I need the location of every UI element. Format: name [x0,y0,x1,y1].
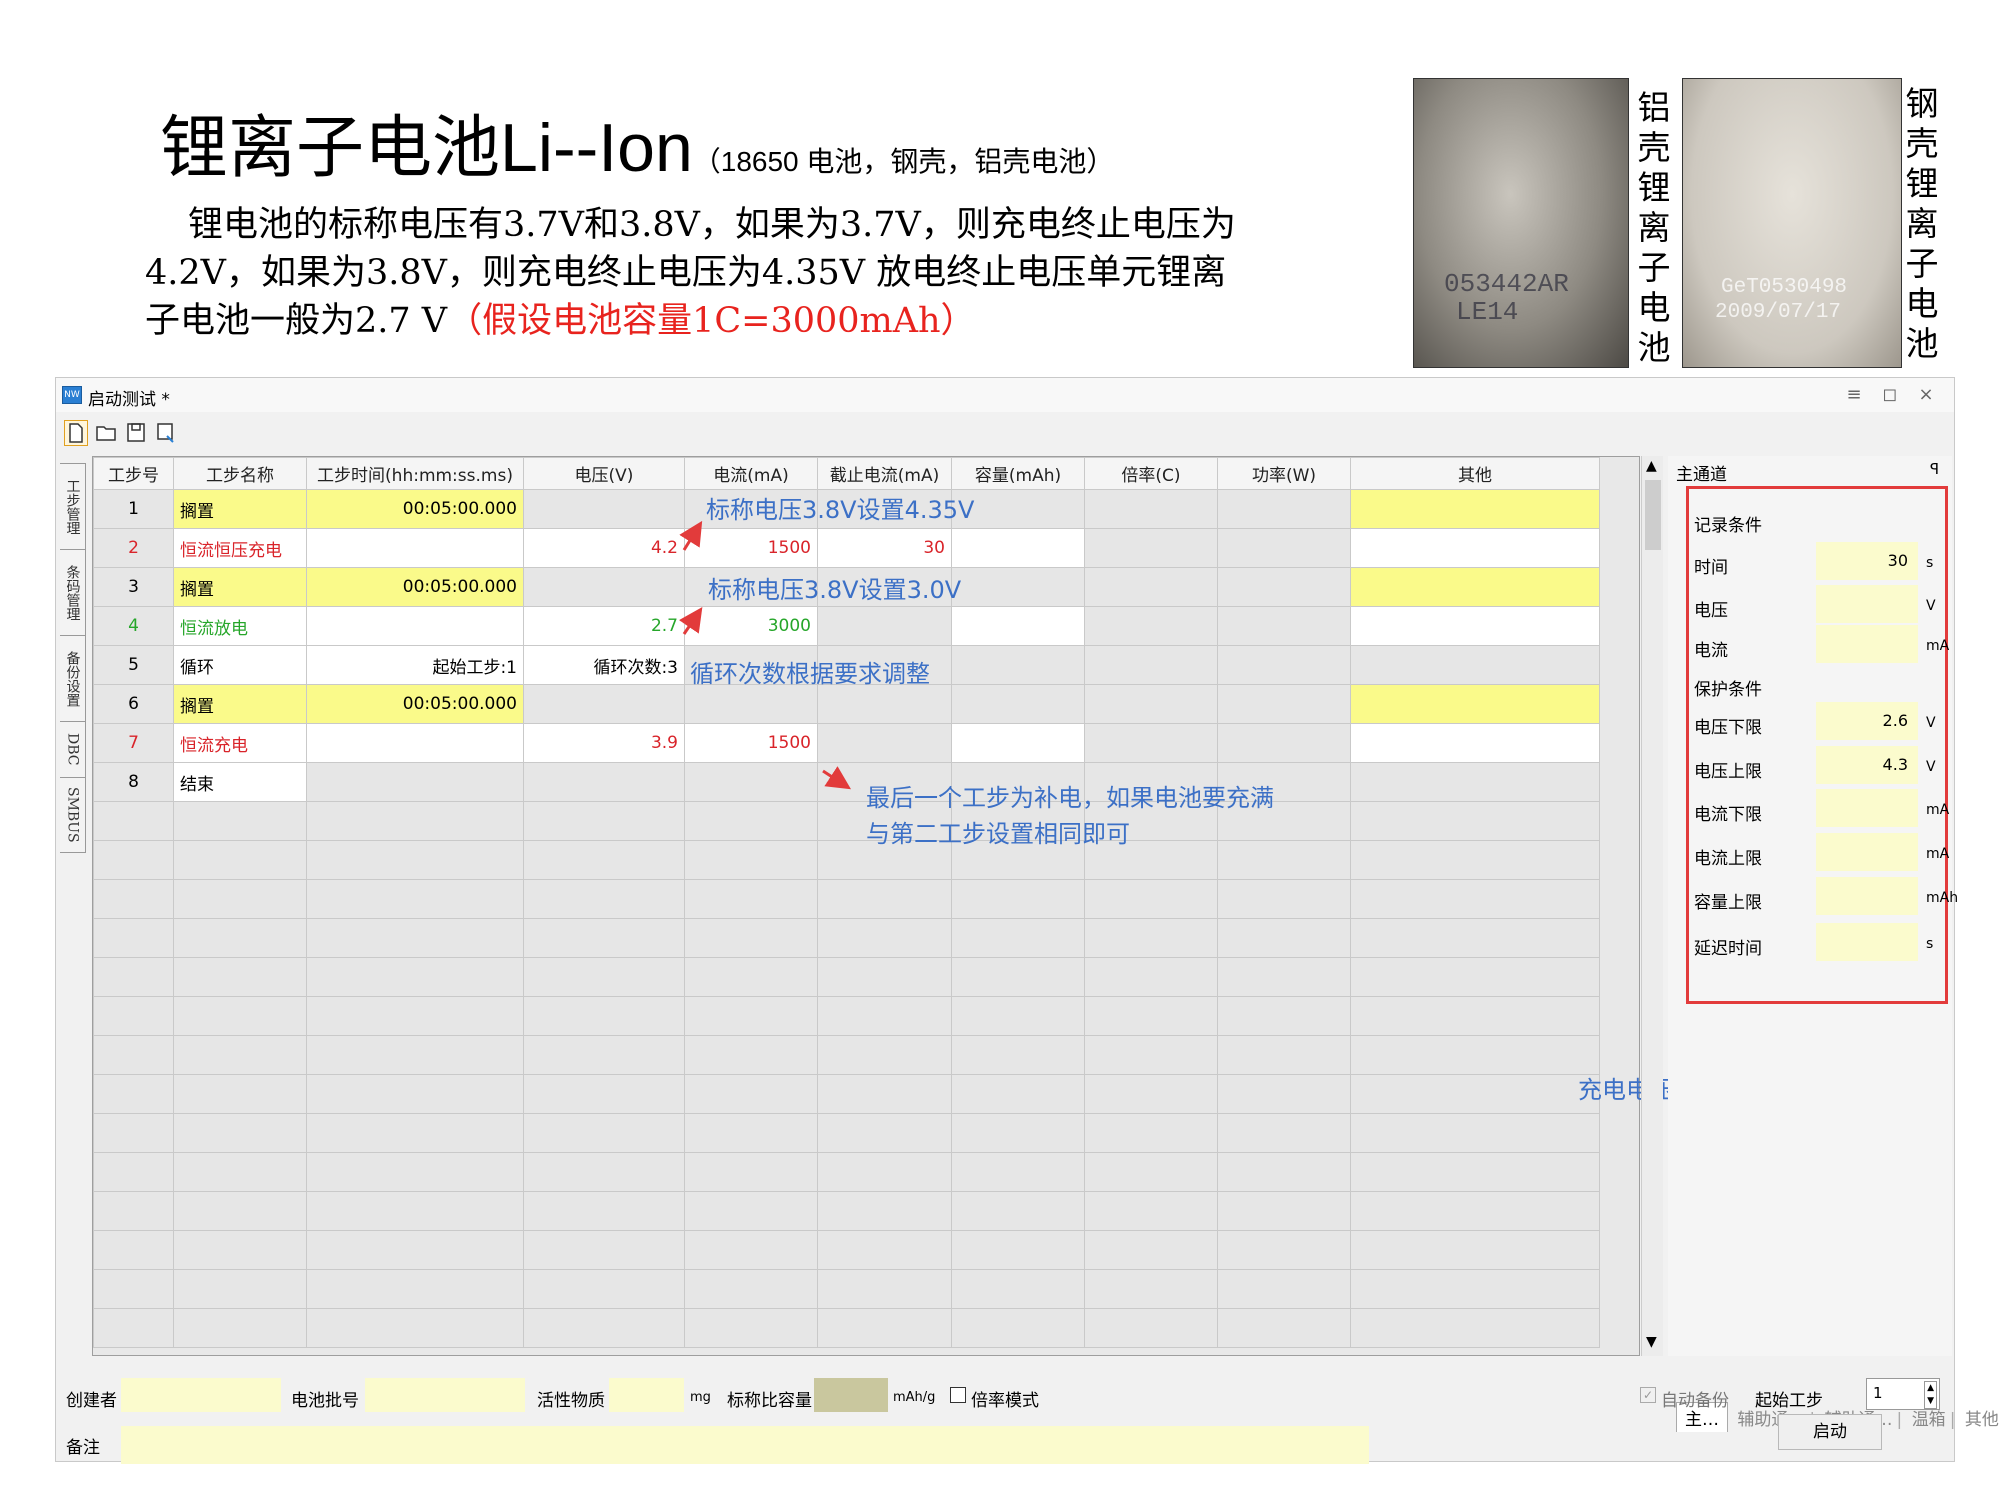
active-material-input[interactable] [609,1378,684,1412]
field-unit-delay-time: s [1926,936,1934,952]
field-unit-current: mA [1926,638,1950,654]
capacity-assumption-note: （假设电池容量1C=3000mAh） [447,301,976,341]
field-label-time: 时间 [1694,558,1728,578]
field-label-capacity-upper: 容量上限 [1694,893,1762,913]
pin-icon[interactable]: ꟼ [1930,460,1939,478]
active-material-label: 活性物质 [537,1391,605,1411]
slide-paragraph-line-2: 4.2V，如果为3.8V，则充电终止电压为4.35V 放电终止电压单元锂离 [145,253,1227,293]
rate-mode-label: 倍率模式 [971,1391,1039,1411]
remark-input[interactable] [121,1426,1369,1464]
grid-vertical-scrollbar[interactable]: ▲ ▼ [1641,456,1663,1356]
specific-capacity-input[interactable] [814,1378,888,1412]
specific-capacity-unit: mAh/g [893,1390,936,1405]
field-unit-current-upper: mA [1926,846,1950,862]
slide-paragraph-line-1: 锂电池的标称电压有3.7V和3.8V，如果为3.7V，则充电终止电压为 [188,205,1236,245]
field-capacity-upper-input[interactable] [1816,877,1918,915]
creator-input[interactable] [121,1378,281,1412]
aluminum-shell-battery-photo: 053442AR LE14 [1413,78,1629,368]
photo-st-marking-1: GeT0530498 [1721,276,1848,299]
photo-st-marking-2: 2009/07/17 [1715,301,1842,324]
scroll-down-icon[interactable]: ▼ [1646,1334,1657,1350]
aluminum-shell-label: 铝壳锂离子电池 [1637,88,1671,367]
panel-tab-chamber[interactable]: 温箱 [1908,1410,1950,1430]
field-label-voltage-upper: 电压上限 [1694,762,1762,782]
field-unit-voltage-lower: V [1926,715,1936,731]
field-label-current: 电流 [1694,641,1728,661]
field-label-current-lower: 电流下限 [1694,805,1762,825]
field-label-current-upper: 电流上限 [1694,849,1762,869]
field-label-delay-time: 延迟时间 [1694,939,1762,959]
scrollbar-thumb[interactable] [1645,480,1661,550]
specific-capacity-label: 标称比容量 [727,1391,812,1411]
slide-paragraph-line-3: 子电池一般为2.7 V（假设电池容量1C=3000mAh） [145,292,976,343]
photo-al-marking-2: LE14 [1456,297,1519,327]
remark-label: 备注 [66,1438,100,1458]
app-window: NW 启动测试 * ≡ ◻ × 工步管理 条码管理 备份设置 DBC SMBUS [55,377,1999,1462]
active-material-unit: mg [690,1390,711,1405]
steel-shell-battery-photo: GeT0530498 2009/07/17 [1682,78,1902,368]
arrow-step2 [679,520,703,551]
auto-backup-label: 自动备份 [1661,1391,1729,1411]
tab-separator: | [1896,1410,1903,1430]
slide-title: 锂离子电池Li--Ion（18650 电池，钢壳，铝壳电池） [160,92,1114,191]
field-unit-current-lower: mA [1926,802,1950,818]
auto-backup-checkbox[interactable]: ✓ [1640,1387,1656,1403]
field-time-input[interactable]: 30 [1816,542,1918,580]
slide-title-cn: 锂离子电池 [160,109,501,188]
creator-label: 创建者 [66,1391,117,1411]
field-voltage-input[interactable] [1816,585,1918,623]
slide-title-sub: （18650 电池，钢壳，铝壳电池） [692,146,1115,177]
start-step-stepper[interactable]: 1 ▲ ▼ [1866,1378,1940,1410]
panel-title: 主通道 [1676,465,1727,485]
battery-batch-label: 电池批号 [291,1391,359,1411]
arrow-step7 [822,766,852,790]
field-current-upper-input[interactable] [1816,833,1918,871]
rate-mode-checkbox[interactable] [950,1387,966,1403]
slide-title-en: Li--Ion [500,110,693,186]
arrow-step4 [678,607,703,635]
start-step-value: 1 [1873,1384,1883,1402]
record-conditions-title: 记录条件 [1694,516,1762,536]
field-voltage-lower-input[interactable]: 2.6 [1816,702,1918,740]
stepper-arrows-icon[interactable]: ▲ ▼ [1924,1381,1937,1409]
field-label-voltage-lower: 电压下限 [1694,718,1762,738]
photo-al-marking-1: 053442AR [1444,269,1569,299]
field-voltage-upper-input[interactable]: 4.3 [1816,746,1918,784]
panel-tab-other[interactable]: 其他 [1961,1410,2000,1430]
start-step-label: 起始工步 [1755,1391,1823,1411]
slide-paragraph-line-3-text: 子电池一般为2.7 V [145,301,448,341]
field-unit-capacity-upper: mAh [1926,890,1959,906]
field-current-input[interactable] [1816,625,1918,663]
field-unit-time: s [1926,555,1934,571]
field-unit-voltage-upper: V [1926,759,1936,775]
start-button[interactable]: 启动 [1778,1414,1882,1450]
field-unit-voltage: V [1926,598,1936,614]
field-delay-time-input[interactable] [1816,923,1918,961]
scroll-up-icon[interactable]: ▲ [1646,458,1657,474]
steel-shell-label: 钢壳锂离子电池 [1905,84,1939,363]
tab-separator: | [1949,1410,1956,1430]
protect-conditions-title: 保护条件 [1694,680,1762,700]
field-label-voltage: 电压 [1694,601,1728,621]
main-channel-panel: 主通道 ꟼ 记录条件 时间 30 s 电压 V 电流 mA 保护条件 电压下限 … [1668,456,1999,1432]
battery-batch-input[interactable] [365,1378,525,1412]
field-current-lower-input[interactable] [1816,789,1918,827]
